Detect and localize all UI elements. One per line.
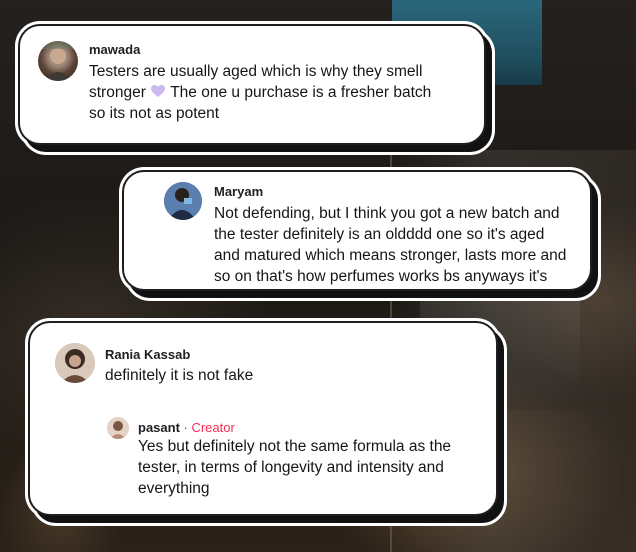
comment-username[interactable]: Rania Kassab (105, 347, 190, 362)
avatar-image (107, 417, 129, 439)
comment-card-mawada: mawada Testers are usually aged which is… (18, 24, 486, 145)
avatar-image (38, 41, 78, 81)
reply-avatar[interactable] (107, 417, 129, 439)
reply-text: Yes but definitely not the same formula … (138, 438, 452, 497)
avatar-image (164, 182, 202, 220)
comment-text: Not defending, but I think you got a new… (214, 205, 567, 285)
creator-badge: Creator (191, 420, 235, 435)
avatar[interactable] (38, 41, 78, 81)
comment-username[interactable]: Maryam (214, 184, 263, 199)
reply-username[interactable]: pasant · Creator (138, 420, 235, 435)
comment-text: definitely it is not fake (105, 367, 254, 384)
avatar-image (55, 343, 95, 383)
purple-heart-icon (151, 85, 166, 97)
comment-card-maryam: Maryam Not defending, but I think you go… (122, 170, 592, 291)
comment-text: Testers are usually aged which is why th… (89, 63, 432, 122)
comment-card-rania-kassab: Rania Kassab definitely it is not fake p… (28, 321, 498, 516)
avatar[interactable] (164, 182, 202, 220)
avatar[interactable] (55, 343, 95, 383)
comment-username[interactable]: mawada (89, 42, 140, 57)
